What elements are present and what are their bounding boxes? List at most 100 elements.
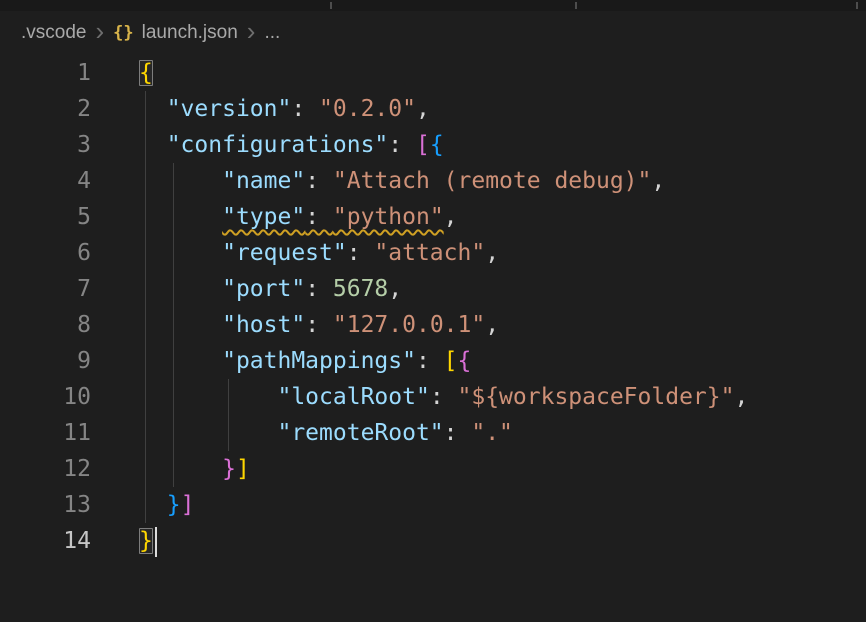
code-token: : — [388, 132, 416, 158]
breadcrumb-item-symbols[interactable]: ... — [264, 22, 280, 44]
code-line[interactable]: 4 "name": "Attach (remote debug)", — [0, 163, 866, 199]
indent-guide — [145, 127, 146, 163]
code-token: , — [734, 384, 748, 410]
code-token: "port" — [222, 276, 305, 302]
indent-guide — [173, 343, 174, 379]
line-content[interactable]: "version": "0.2.0", — [139, 91, 866, 127]
line-content[interactable]: "request": "attach", — [139, 235, 866, 271]
line-number: 14 — [0, 523, 91, 559]
indent-guide — [145, 307, 146, 343]
chevron-right-icon: › — [247, 18, 256, 44]
line-content[interactable]: }] — [139, 451, 866, 487]
line-number: 4 — [0, 163, 91, 199]
code-token — [139, 276, 222, 302]
code-token: , — [485, 312, 499, 338]
indent-guide — [173, 379, 174, 415]
line-number: 12 — [0, 451, 91, 487]
breadcrumb: .vscode › {} launch.json › ... — [0, 11, 866, 55]
matched-bracket: } — [139, 528, 153, 554]
indent-guide — [145, 451, 146, 487]
code-token: { — [458, 348, 472, 374]
line-content[interactable]: "remoteRoot": "." — [139, 415, 866, 451]
indent-guide — [145, 415, 146, 451]
line-content[interactable]: "localRoot": "${workspaceFolder}", — [139, 379, 866, 415]
line-number: 6 — [0, 235, 91, 271]
token-warning: "type" — [222, 204, 305, 230]
line-content[interactable]: }] — [139, 487, 866, 523]
code-editor[interactable]: 1{2 "version": "0.2.0",3 "configurations… — [0, 55, 866, 622]
code-token: "pathMappings" — [222, 348, 416, 374]
breadcrumb-item-file[interactable]: launch.json — [142, 22, 238, 44]
code-token: 5678 — [333, 276, 388, 302]
code-token: "0.2.0" — [319, 96, 416, 122]
indent-guide — [145, 343, 146, 379]
line-content[interactable]: } — [139, 523, 866, 559]
code-line[interactable]: 8 "host": "127.0.0.1", — [0, 307, 866, 343]
code-token: "Attach (remote debug)" — [333, 168, 652, 194]
indent-guide — [173, 235, 174, 271]
line-content[interactable]: "configurations": [{ — [139, 127, 866, 163]
code-line[interactable]: 6 "request": "attach", — [0, 235, 866, 271]
line-content[interactable]: "type": "python", — [139, 199, 866, 235]
line-number: 3 — [0, 127, 91, 163]
indent-guide — [173, 163, 174, 199]
matched-bracket: { — [139, 60, 153, 86]
code-token — [139, 96, 167, 122]
code-line[interactable]: 5 "type": "python", — [0, 199, 866, 235]
code-line[interactable]: 7 "port": 5678, — [0, 271, 866, 307]
token-warning: "python" — [333, 204, 444, 230]
code-token: , — [444, 204, 458, 230]
code-token: { — [430, 132, 444, 158]
code-token: , — [485, 240, 499, 266]
code-line[interactable]: 1{ — [0, 55, 866, 91]
indent-guide — [145, 487, 146, 523]
code-token — [139, 132, 167, 158]
text-cursor — [155, 527, 158, 557]
code-token: "name" — [222, 168, 305, 194]
line-content[interactable]: "host": "127.0.0.1", — [139, 307, 866, 343]
indent-guide — [145, 235, 146, 271]
code-line[interactable]: 14} — [0, 523, 866, 559]
line-content[interactable]: "name": "Attach (remote debug)", — [139, 163, 866, 199]
code-token — [139, 312, 222, 338]
code-token: : — [291, 96, 319, 122]
tab-separator — [330, 2, 332, 9]
line-content[interactable]: { — [139, 55, 866, 91]
code-token — [139, 420, 277, 446]
code-line[interactable]: 12 }] — [0, 451, 866, 487]
breadcrumb-item-folder[interactable]: .vscode — [21, 22, 86, 44]
code-line[interactable]: 9 "pathMappings": [{ — [0, 343, 866, 379]
code-token — [139, 492, 167, 518]
code-token: "attach" — [374, 240, 485, 266]
code-token: "request" — [222, 240, 347, 266]
code-line[interactable]: 13 }] — [0, 487, 866, 523]
code-line[interactable]: 10 "localRoot": "${workspaceFolder}", — [0, 379, 866, 415]
code-token: ] — [236, 456, 250, 482]
line-number: 2 — [0, 91, 91, 127]
indent-guide — [173, 271, 174, 307]
line-number: 13 — [0, 487, 91, 523]
tab-bar-edge — [0, 0, 866, 11]
indent-guide — [173, 199, 174, 235]
indent-guide — [145, 91, 146, 127]
code-token — [139, 204, 222, 230]
code-line[interactable]: 11 "remoteRoot": "." — [0, 415, 866, 451]
indent-guide — [228, 379, 229, 415]
token-warning: : — [305, 204, 333, 230]
chevron-right-icon: › — [95, 18, 104, 44]
code-token: } — [167, 492, 181, 518]
code-token: : — [305, 276, 333, 302]
code-line[interactable]: 2 "version": "0.2.0", — [0, 91, 866, 127]
code-token: [ — [444, 348, 458, 374]
code-token — [139, 456, 222, 482]
vscode-window: .vscode › {} launch.json › ... 1{2 "vers… — [0, 0, 866, 622]
code-token: [ — [416, 132, 430, 158]
line-content[interactable]: "pathMappings": [{ — [139, 343, 866, 379]
code-line[interactable]: 3 "configurations": [{ — [0, 127, 866, 163]
line-content[interactable]: "port": 5678, — [139, 271, 866, 307]
line-number: 5 — [0, 199, 91, 235]
line-number: 11 — [0, 415, 91, 451]
code-token — [139, 348, 222, 374]
tab-separator — [856, 2, 858, 9]
code-token: , — [388, 276, 402, 302]
